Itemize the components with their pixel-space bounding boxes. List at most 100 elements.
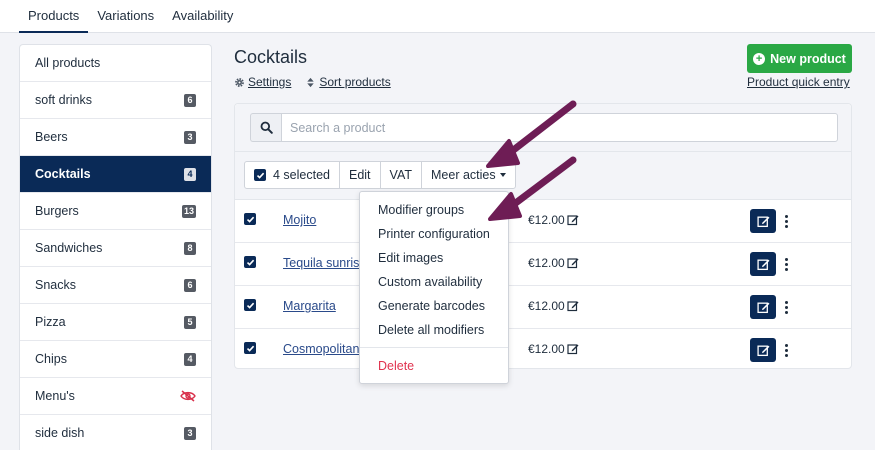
more-actions-button[interactable]: Meer acties: [422, 162, 515, 188]
product-list: Mojito €12.00 Tequila sunrise €12.00 Mar…: [235, 200, 851, 372]
edit-product-button[interactable]: [750, 209, 776, 233]
edit-icon: [756, 216, 769, 227]
table-row: Cosmopolitan €12.00: [235, 329, 851, 372]
tab-products[interactable]: Products: [19, 0, 89, 33]
caret-down-icon: [499, 173, 506, 177]
select-all-button[interactable]: 4 selected: [245, 162, 340, 188]
tab-availability-label: Availability: [172, 8, 234, 23]
search-bar: [235, 104, 851, 152]
table-row: Tequila sunrise €12.00: [235, 243, 851, 286]
menu-item-delete-all-modifiers[interactable]: Delete all modifiers: [360, 318, 508, 342]
edit-pencil-icon: [567, 301, 579, 312]
product-name-link[interactable]: Margarita: [283, 299, 336, 313]
gear-icon: [235, 77, 244, 87]
sidebar-item-label: soft drinks: [35, 93, 92, 107]
price-value: €12.00: [528, 213, 565, 227]
row-menu-button[interactable]: [781, 212, 791, 230]
count-badge: 6: [184, 93, 196, 107]
product-name-link[interactable]: Tequila sunrise: [283, 256, 366, 270]
count-badge: 4: [184, 352, 196, 366]
row-checkbox[interactable]: [244, 299, 256, 311]
header-links: Settings Sort products: [234, 75, 391, 89]
count-badge: 5: [184, 315, 196, 329]
sidebar-item-label: Burgers: [35, 204, 79, 218]
check-icon: [246, 216, 254, 223]
search-button[interactable]: [250, 113, 281, 142]
price-value: €12.00: [528, 256, 565, 270]
check-icon: [256, 172, 264, 179]
price-cell[interactable]: €12.00: [528, 299, 579, 313]
row-menu-button[interactable]: [781, 298, 791, 316]
sidebar-item-snacks[interactable]: Snacks 6: [20, 267, 211, 304]
sidebar-item-chips[interactable]: Chips 4: [20, 341, 211, 378]
sidebar-item-soft-drinks[interactable]: soft drinks 6: [20, 82, 211, 119]
bulk-actions-toolbar: 4 selected Edit VAT Meer acties: [235, 152, 851, 200]
eye-slash-icon: [180, 390, 196, 402]
edit-product-button[interactable]: [750, 338, 776, 362]
plus-circle-icon: +: [753, 52, 766, 65]
sidebar-item-menus[interactable]: Menu's: [20, 378, 211, 415]
menu-item-delete[interactable]: Delete: [360, 354, 508, 378]
sidebar-item-pizza[interactable]: Pizza 5: [20, 304, 211, 341]
sidebar-item-beers[interactable]: Beers 3: [20, 119, 211, 156]
menu-item-custom-availability[interactable]: Custom availability: [360, 270, 508, 294]
selected-count-label: 4 selected: [273, 168, 330, 182]
sidebar-item-label: All products: [35, 56, 101, 70]
settings-link[interactable]: Settings: [234, 75, 291, 89]
check-icon: [246, 259, 254, 266]
product-quick-entry-link[interactable]: Product quick entry: [747, 75, 850, 89]
search-input[interactable]: [281, 113, 838, 142]
menu-item-modifier-groups[interactable]: Modifier groups: [360, 198, 508, 222]
edit-icon: [756, 302, 769, 313]
product-name-link[interactable]: Cosmopolitan: [283, 342, 359, 356]
price-cell[interactable]: €12.00: [528, 213, 579, 227]
check-icon: [246, 345, 254, 352]
page-title: Cocktails: [234, 47, 308, 67]
price-value: €12.00: [528, 299, 565, 313]
bulk-actions-group: 4 selected Edit VAT Meer acties: [244, 161, 516, 189]
products-panel: 4 selected Edit VAT Meer acties Mojito €…: [234, 103, 852, 369]
sidebar-item-label: side dish: [35, 426, 85, 440]
sidebar-item-label: Snacks: [35, 278, 76, 292]
new-product-label: New product: [770, 51, 846, 66]
edit-product-button[interactable]: [750, 295, 776, 319]
edit-button[interactable]: Edit: [340, 162, 381, 188]
sidebar-item-all-products[interactable]: All products: [20, 45, 211, 82]
count-badge: 3: [184, 130, 196, 144]
sidebar-item-label: Menu's: [35, 389, 75, 403]
count-badge: 8: [184, 241, 196, 255]
new-product-button[interactable]: + New product: [747, 44, 852, 73]
row-checkbox[interactable]: [244, 213, 256, 225]
sidebar-item-label: Cocktails: [35, 167, 91, 181]
sidebar-item-label: Chips: [35, 352, 67, 366]
sort-products-link[interactable]: Sort products: [305, 75, 391, 89]
checkbox-checked[interactable]: [254, 169, 266, 181]
tab-variations[interactable]: Variations: [88, 0, 163, 33]
row-menu-button[interactable]: [781, 255, 791, 273]
sidebar-item-sandwiches[interactable]: Sandwiches 8: [20, 230, 211, 267]
category-sidebar: All products soft drinks 6 Beers 3 Cockt…: [19, 44, 212, 450]
sidebar-item-side-dish[interactable]: side dish 3: [20, 415, 211, 450]
tab-variations-label: Variations: [97, 8, 155, 23]
price-cell[interactable]: €12.00: [528, 342, 579, 356]
row-checkbox[interactable]: [244, 342, 256, 354]
edit-product-button[interactable]: [750, 252, 776, 276]
tab-availability[interactable]: Availability: [163, 0, 242, 33]
row-checkbox[interactable]: [244, 256, 256, 268]
count-badge: 4: [184, 167, 196, 181]
vat-button[interactable]: VAT: [381, 162, 422, 188]
count-badge: 13: [181, 204, 196, 218]
price-value: €12.00: [528, 342, 565, 356]
sidebar-item-burgers[interactable]: Burgers 13: [20, 193, 211, 230]
check-icon: [246, 302, 254, 309]
price-cell[interactable]: €12.00: [528, 256, 579, 270]
menu-item-generate-barcodes[interactable]: Generate barcodes: [360, 294, 508, 318]
menu-item-edit-images[interactable]: Edit images: [360, 246, 508, 270]
menu-item-printer-configuration[interactable]: Printer configuration: [360, 222, 508, 246]
count-badge: 6: [184, 278, 196, 292]
sidebar-item-cocktails[interactable]: Cocktails 4: [20, 156, 211, 193]
row-menu-button[interactable]: [781, 341, 791, 359]
product-name-link[interactable]: Mojito: [283, 213, 316, 227]
edit-pencil-icon: [567, 344, 579, 355]
vat-button-label: VAT: [389, 168, 412, 182]
